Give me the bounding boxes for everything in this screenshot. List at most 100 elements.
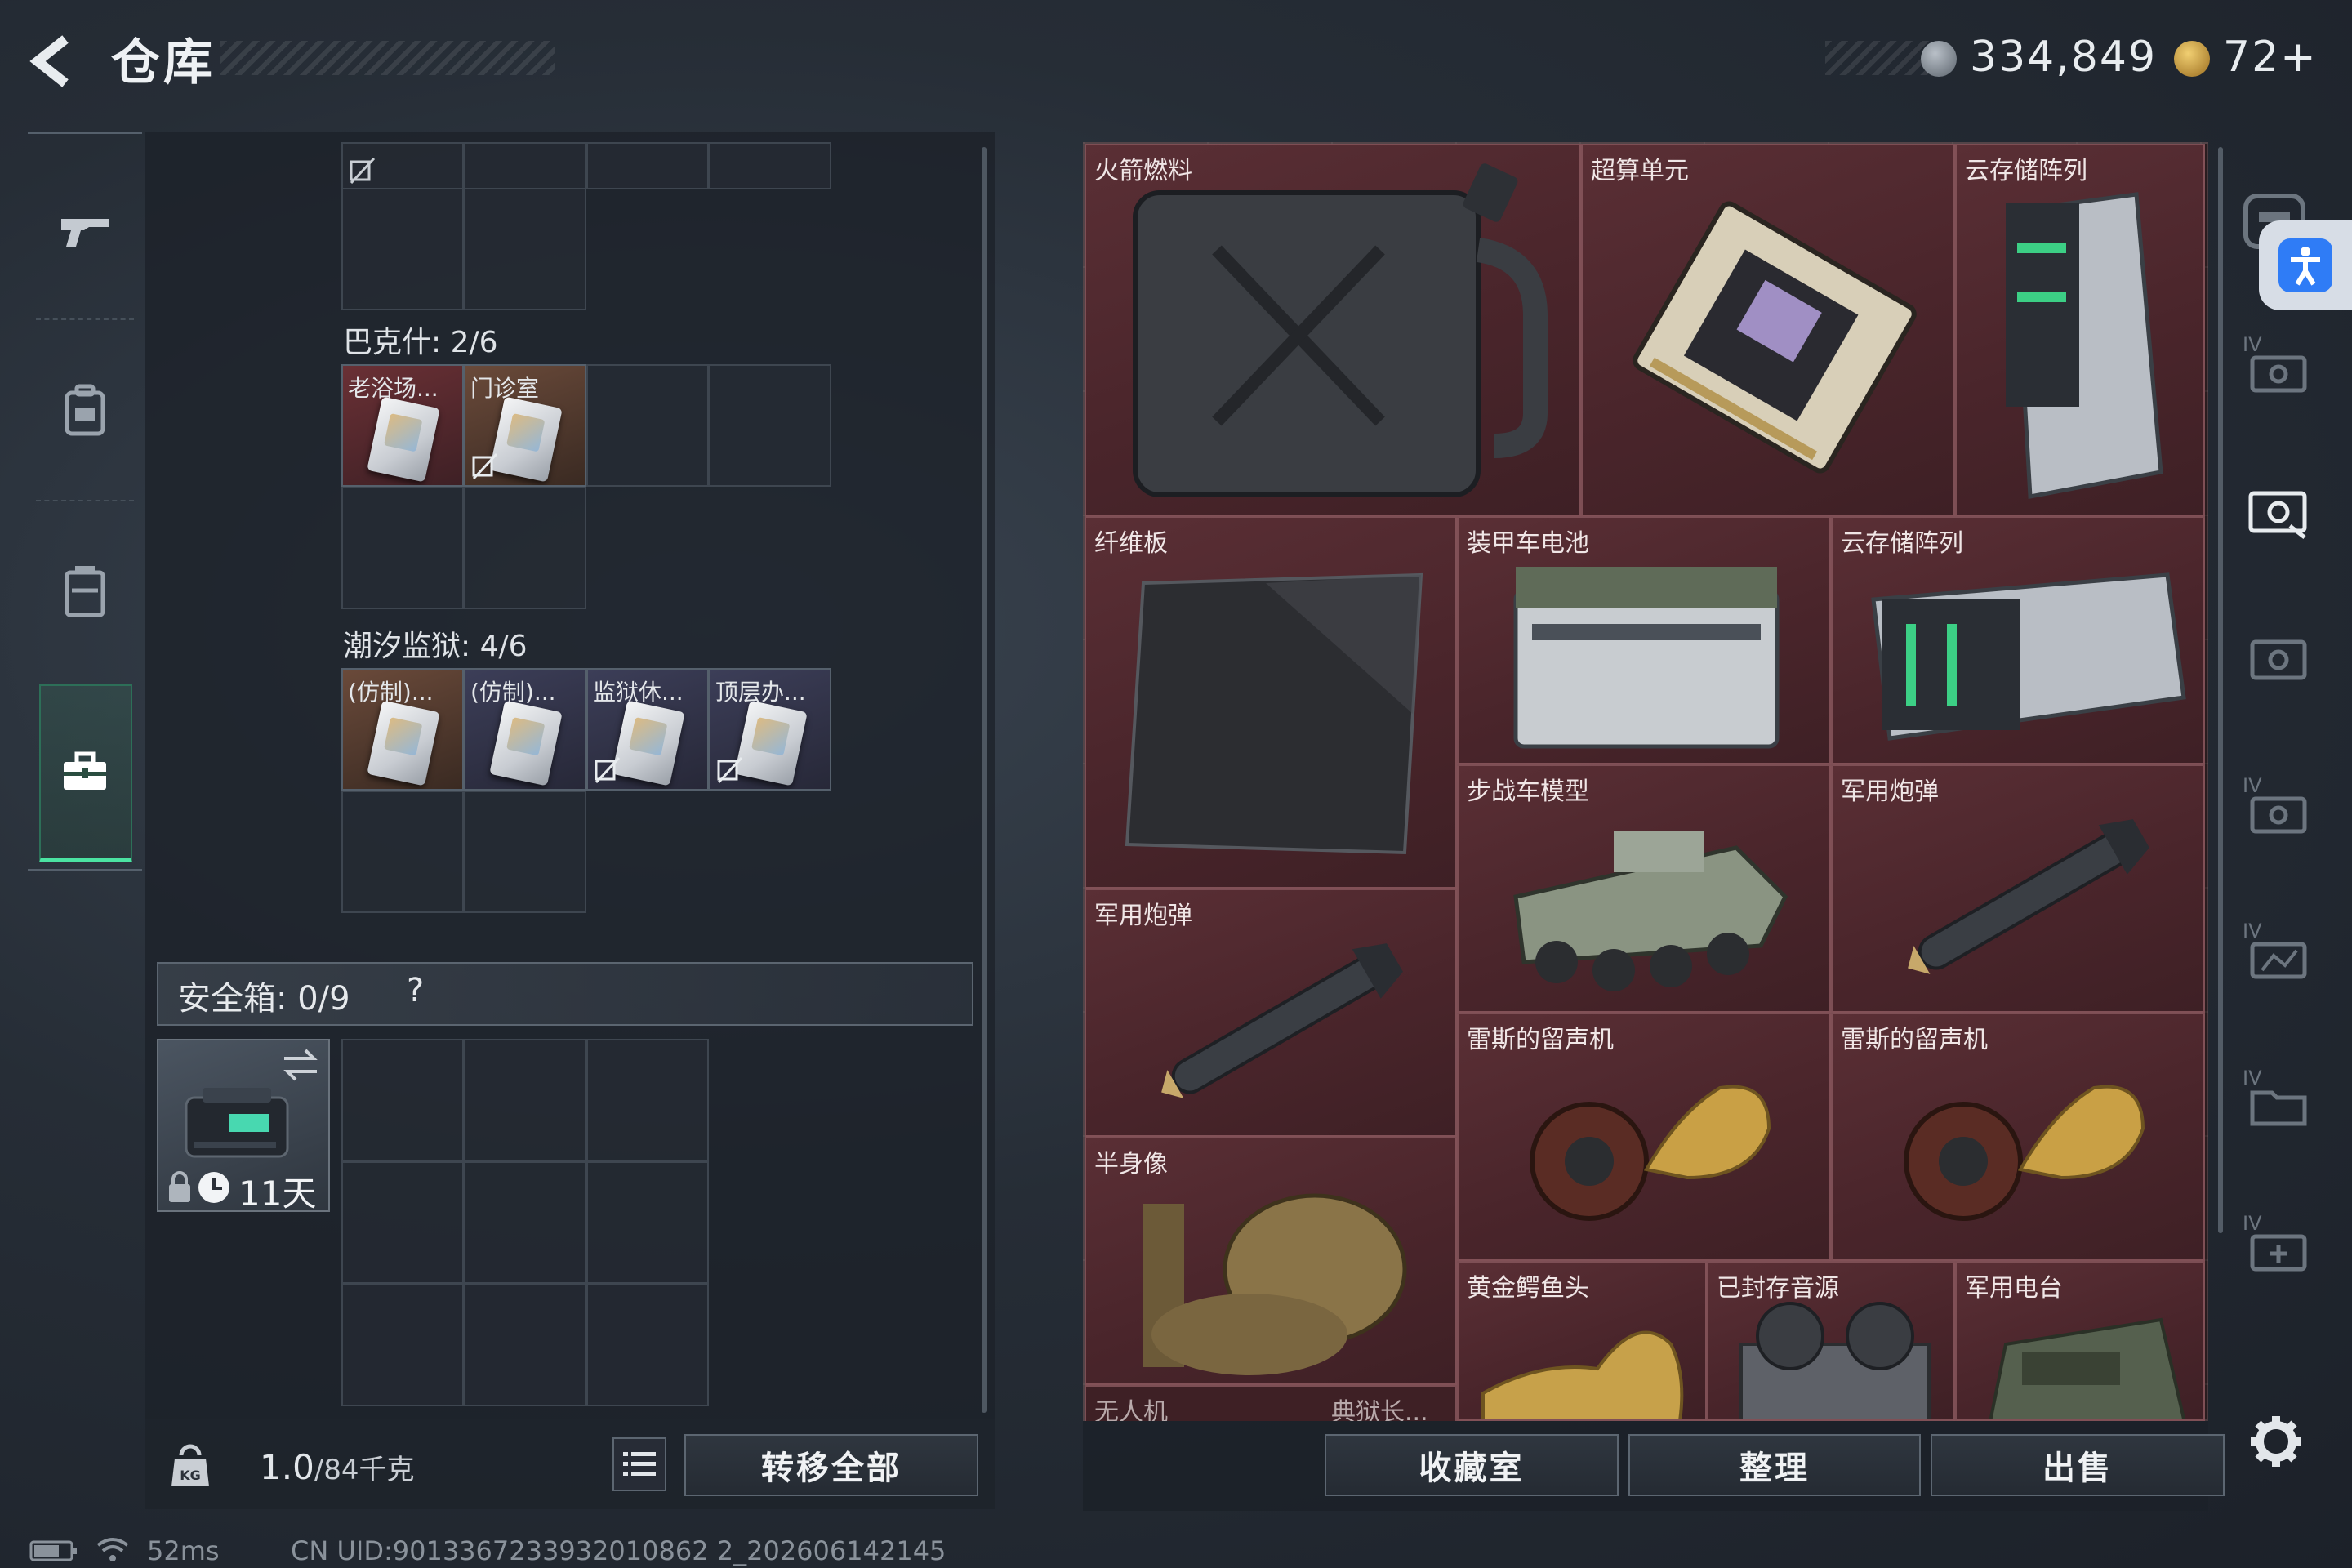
currency-secondary[interactable]: 72+ [2223,33,2318,82]
list-view-button[interactable] [612,1437,666,1491]
storage-tab-1[interactable]: IV [2241,333,2314,399]
storage-tab-3[interactable]: IV [2241,774,2314,840]
grid-cell[interactable] [709,142,831,189]
item-label: 雷斯的留声机 [1841,1026,1988,1054]
inventory-scrollbar[interactable] [982,147,987,1413]
swap-icon[interactable] [281,1047,320,1083]
help-icon[interactable]: ? [407,972,424,1009]
grid-cell[interactable] [464,1039,586,1161]
grid-cell[interactable] [586,142,709,189]
grid-cell[interactable] [341,791,464,913]
grid-cell[interactable] [464,791,586,913]
grid-cell[interactable] [464,188,586,310]
storage-item-sealed-audio[interactable]: 已封存音源 [1707,1261,1955,1421]
folder-icon [2250,1090,2307,1126]
storage-scrollbar[interactable] [2218,147,2223,1233]
storage-tab-4[interactable]: IV [2241,920,2314,985]
storage-item-cloud-storage[interactable]: 云存储阵列 [1955,144,2205,516]
grid-cell[interactable] [586,1039,709,1161]
storage-box-icon [2250,796,2307,834]
storage-tab-add[interactable]: IV [2241,1212,2314,1277]
grid-cell[interactable] [586,1161,709,1284]
coin-icon [1921,41,1957,77]
storage-item-bust[interactable]: 半身像 [1085,1137,1457,1385]
settings-gear-icon[interactable] [2247,1413,2305,1470]
storage-item-armored-battery[interactable]: 装甲车电池 [1457,516,1831,764]
weapon-tab[interactable] [51,196,119,265]
transfer-all-button[interactable]: 转移全部 [684,1434,978,1496]
grid-cell[interactable] [341,487,464,609]
section-label-chaoxi: 潮汐监狱: 4/6 [343,630,528,663]
grid-cell[interactable] [341,142,464,189]
grid-cell[interactable] [464,487,586,609]
storage-item-fiberboard[interactable]: 纤维板 [1085,516,1457,889]
lock-icon [169,1171,190,1202]
organize-button[interactable]: 整理 [1628,1434,1921,1496]
back-arrow-icon[interactable] [26,33,83,90]
warehouse-tab[interactable] [51,737,119,805]
storage-item-military-radio[interactable]: 军用电台 [1955,1261,2205,1421]
weight-value: 1.0 [260,1447,314,1487]
vest-tab[interactable] [51,557,119,626]
grid-cell[interactable] [341,1039,464,1161]
storage-item-drone[interactable]: 无人机 典狱长... [1085,1385,1457,1421]
motherboard-icon [1633,201,1917,474]
item-label: 云存储阵列 [1841,529,1963,558]
storage-tab-5[interactable]: IV [2241,1067,2314,1132]
item-card[interactable]: 监狱休... [586,668,709,791]
item-card[interactable]: (仿制)... [464,668,586,791]
sell-button[interactable]: 出售 [1931,1434,2225,1496]
storage-tab-active[interactable] [2241,480,2314,546]
wifi-icon [96,1538,129,1561]
backpack-tab[interactable] [51,376,119,444]
safe-box-item[interactable]: 11天 [157,1039,330,1214]
storage-item-gramophone[interactable]: 雷斯的留声机 [1457,1013,1831,1261]
item-label: 火箭燃料 [1094,157,1192,185]
storage-item-compute-unit[interactable]: 超算单元 [1581,144,1955,516]
grid-cell[interactable] [464,142,586,189]
backpack-icon [65,384,105,436]
item-label: 纤维板 [1094,529,1168,558]
gun-icon [61,219,109,247]
document-icon [489,700,563,786]
storage-item-gramophone[interactable]: 雷斯的留声机 [1831,1013,2205,1261]
tank-icon [1513,831,1788,991]
shell-icon [1161,943,1403,1098]
item-label: 云存储阵列 [1965,157,2087,185]
server-tower-icon [2006,192,2163,499]
document-icon [367,700,440,786]
grid-cell[interactable] [464,1161,586,1284]
item-card[interactable]: 门诊室 [464,364,586,487]
item-label: 黄金鳄鱼头 [1467,1274,1589,1303]
storage-box-icon [2248,491,2307,539]
document-icon [734,700,808,786]
item-label: 顶层办... [715,679,806,706]
storage-item-military-shell[interactable]: 军用炮弹 [1085,889,1457,1137]
grid-cell[interactable] [341,1284,464,1406]
grid-cell[interactable] [586,364,709,487]
grid-cell[interactable] [341,1161,464,1284]
storage-tab-2[interactable] [2241,629,2314,694]
item-card[interactable]: (仿制)... [341,668,464,791]
item-card[interactable]: 顶层办... [709,668,831,791]
storage-item-gold-croc-head[interactable]: 黄金鳄鱼头 [1457,1261,1707,1421]
grid-cell[interactable] [709,364,831,487]
document-icon [489,396,563,483]
chart-box-icon [2250,942,2307,979]
clock-icon [198,1172,229,1203]
item-label: 监狱休... [593,679,684,706]
weight-unit: /84千克 [314,1454,415,1486]
storage-item-ifv-model[interactable]: 步战车模型 [1457,764,1831,1013]
radio-icon [1989,1317,2186,1419]
bust-icon [1143,1193,1407,1375]
item-card[interactable]: 老浴场... [341,364,464,487]
storage-item-rocket-fuel[interactable]: 火箭燃料 [1085,144,1581,516]
storage-item-military-shell[interactable]: 军用炮弹 [1831,764,2205,1013]
storage-item-cloud-storage[interactable]: 云存储阵列 [1831,516,2205,764]
accessibility-button[interactable] [2259,220,2352,310]
nav-bottom-line [28,869,142,871]
grid-cell[interactable] [464,1284,586,1406]
collection-room-button[interactable]: 收藏室 [1325,1434,1619,1496]
grid-cell[interactable] [586,1284,709,1406]
grid-cell[interactable] [341,188,464,310]
